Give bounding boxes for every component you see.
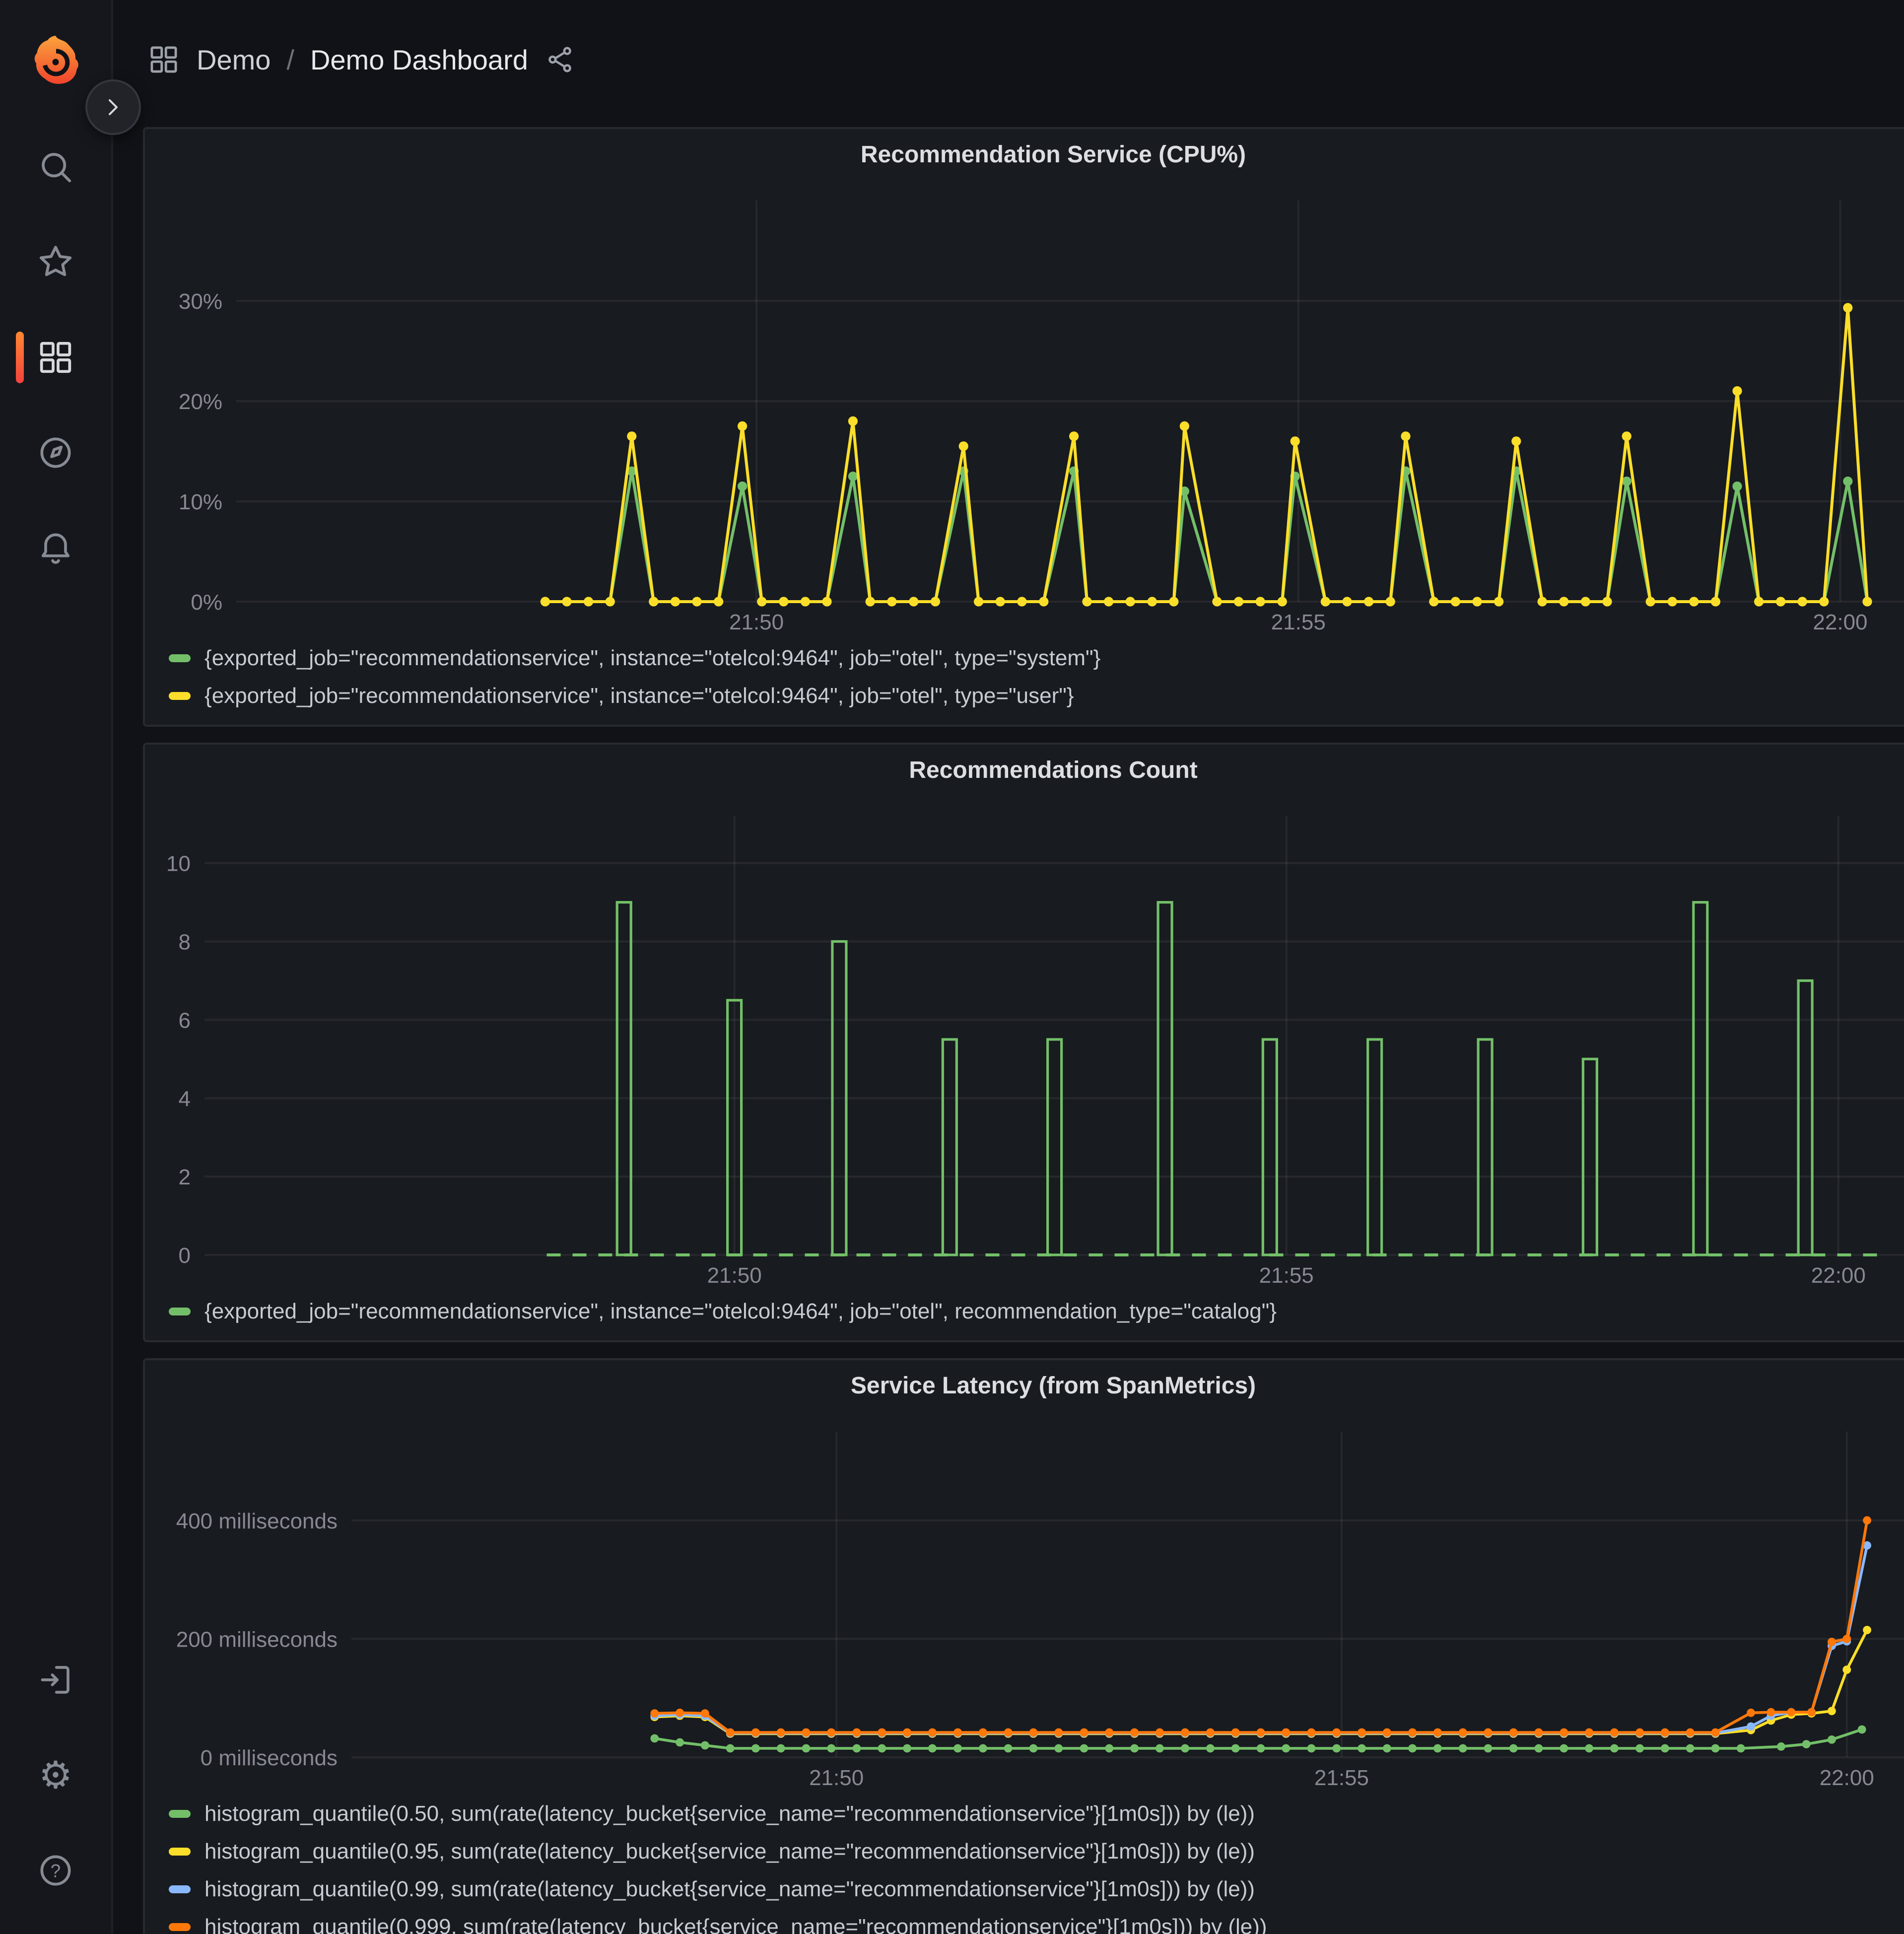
svg-text:21:50: 21:50 <box>707 1263 762 1288</box>
panel-1: Recommendation Service (CPU%) 0% 10% 20% 30… <box>143 127 1904 727</box>
chart-canvas[interactable]: 0 milliseconds 200 milliseconds 400 millis… <box>145 1412 1904 1793</box>
chart-canvas[interactable]: 0 2 4 6 8 10 21:50 21:55 22:00 <box>145 796 1904 1291</box>
chevron-right-icon <box>109 99 118 115</box>
star-icon <box>39 246 72 276</box>
svg-text:0: 0 <box>179 1243 191 1268</box>
gear-icon: ⚙ <box>38 1753 73 1797</box>
legend-swatch <box>169 1848 191 1856</box>
sign-in-icon <box>41 1666 69 1694</box>
svg-text:0 milliseconds: 0 milliseconds <box>201 1746 338 1770</box>
explore-compass-icon <box>40 437 71 468</box>
panel-title[interactable]: Recommendation Service (CPU%) <box>145 129 1904 181</box>
grafana-app: ⚙ ? Demo / Demo Dashboard Recommendation… <box>0 0 1904 1934</box>
panel-legend: {exported_job="recommendationservice", i… <box>145 1291 1904 1340</box>
sidebar-item-server-admin[interactable]: ⚙ <box>0 1727 111 1823</box>
svg-text:?: ? <box>51 1861 61 1881</box>
panel-title[interactable]: Service Latency (from SpanMetrics) <box>145 1360 1904 1412</box>
apps-grid-icon <box>150 46 177 73</box>
breadcrumb-page-title: Demo Dashboard <box>310 44 528 75</box>
panel-5: Service Latency (from SpanMetrics) 0 mil… <box>143 1358 1904 1934</box>
svg-text:6: 6 <box>179 1008 191 1033</box>
svg-text:22:00: 22:00 <box>1813 610 1867 634</box>
sidebar-item-dashboards[interactable] <box>0 310 111 405</box>
svg-text:21:50: 21:50 <box>809 1766 864 1790</box>
sidebar-item-alerting[interactable] <box>0 500 111 596</box>
legend-item[interactable]: {exported_job="recommendationservice", i… <box>169 639 1904 677</box>
legend-swatch <box>169 1923 191 1931</box>
legend-label: {exported_job="recommendationservice", i… <box>204 646 1101 670</box>
legend-label: {exported_job="recommendationservice", i… <box>204 684 1074 708</box>
legend-swatch <box>169 692 191 700</box>
legend-item[interactable]: histogram_quantile(0.50, sum(rate(latenc… <box>169 1795 1904 1833</box>
svg-text:21:55: 21:55 <box>1259 1263 1314 1288</box>
svg-text:2: 2 <box>179 1165 191 1189</box>
svg-text:20%: 20% <box>179 390 222 414</box>
legend-label: histogram_quantile(0.95, sum(rate(latenc… <box>204 1839 1255 1864</box>
sidebar-item-search[interactable] <box>0 119 111 214</box>
search-icon <box>42 153 71 183</box>
legend-label: histogram_quantile(0.99, sum(rate(latenc… <box>204 1877 1255 1901</box>
breadcrumb: Demo / Demo Dashboard <box>147 30 576 89</box>
sidebar: ⚙ ? <box>0 0 141 1934</box>
legend-label: {exported_job="recommendationservice", i… <box>204 1299 1277 1323</box>
panel-chart: 0% 10% 20% 30% 21:50 21:55 22:00 <box>145 181 1904 637</box>
svg-text:10: 10 <box>166 852 191 876</box>
legend-item[interactable]: histogram_quantile(0.95, sum(rate(latenc… <box>169 1833 1904 1870</box>
help-icon: ? <box>40 1855 71 1886</box>
sidebar-item-sign-in[interactable] <box>0 1632 111 1727</box>
share-dashboard-button[interactable] <box>544 44 576 75</box>
alerting-bell-icon <box>41 533 70 564</box>
header: Demo / Demo Dashboard <box>111 0 1904 111</box>
legend-item[interactable]: {exported_job="recommendationservice", i… <box>169 1293 1904 1330</box>
svg-text:4: 4 <box>179 1087 191 1111</box>
svg-text:400 milliseconds: 400 milliseconds <box>176 1509 338 1533</box>
svg-text:21:50: 21:50 <box>729 610 784 634</box>
breadcrumb-section[interactable]: Demo <box>197 44 271 76</box>
svg-text:0%: 0% <box>191 590 222 615</box>
panel-legend: histogram_quantile(0.50, sum(rate(latenc… <box>145 1793 1904 1934</box>
panel-3: Recommendations Count 0 2 4 6 8 10 21:50 21:55 2… <box>143 743 1904 1342</box>
sidebar-expand-button[interactable] <box>85 79 141 135</box>
legend-item[interactable]: {exported_job="recommendationservice", i… <box>169 677 1904 715</box>
sidebar-item-explore[interactable] <box>0 405 111 500</box>
dashboards-icon <box>40 342 71 373</box>
legend-swatch <box>169 654 191 662</box>
sidebar-item-help[interactable]: ? <box>0 1823 111 1918</box>
sidebar-item-starred[interactable] <box>0 214 111 310</box>
chart-canvas[interactable]: 0% 10% 20% 30% 21:50 21:55 22:00 <box>145 181 1904 637</box>
svg-text:30%: 30% <box>179 289 222 314</box>
grafana-logo[interactable] <box>26 32 85 91</box>
panel-title[interactable]: Recommendations Count <box>145 745 1904 796</box>
legend-item[interactable]: histogram_quantile(0.99, sum(rate(latenc… <box>169 1870 1904 1908</box>
svg-text:21:55: 21:55 <box>1314 1766 1369 1790</box>
share-icon <box>548 47 571 72</box>
legend-swatch <box>169 1810 191 1818</box>
panel-legend: {exported_job="recommendationservice", i… <box>145 637 1904 725</box>
breadcrumb-separator: / <box>286 44 294 75</box>
svg-text:10%: 10% <box>179 490 222 514</box>
legend-swatch <box>169 1308 191 1315</box>
legend-label: histogram_quantile(0.50, sum(rate(latenc… <box>204 1801 1255 1826</box>
dashboard-grid: Recommendation Service (CPU%) 0% 10% 20% 30… <box>143 127 1904 1934</box>
panel-chart: 0 milliseconds 200 milliseconds 400 millis… <box>145 1412 1904 1793</box>
svg-text:200 milliseconds: 200 milliseconds <box>176 1627 338 1652</box>
svg-text:22:00: 22:00 <box>1820 1766 1874 1790</box>
panel-chart: 0 2 4 6 8 10 21:50 21:55 22:00 <box>145 796 1904 1291</box>
svg-text:8: 8 <box>179 930 191 955</box>
sidebar-bottom: ⚙ ? <box>0 1632 111 1918</box>
svg-text:22:00: 22:00 <box>1811 1263 1866 1288</box>
legend-label: histogram_quantile(0.999, sum(rate(laten… <box>204 1915 1267 1934</box>
legend-item[interactable]: histogram_quantile(0.999, sum(rate(laten… <box>169 1908 1904 1934</box>
legend-swatch <box>169 1885 191 1893</box>
active-indicator <box>16 332 24 383</box>
svg-text:21:55: 21:55 <box>1271 610 1326 634</box>
